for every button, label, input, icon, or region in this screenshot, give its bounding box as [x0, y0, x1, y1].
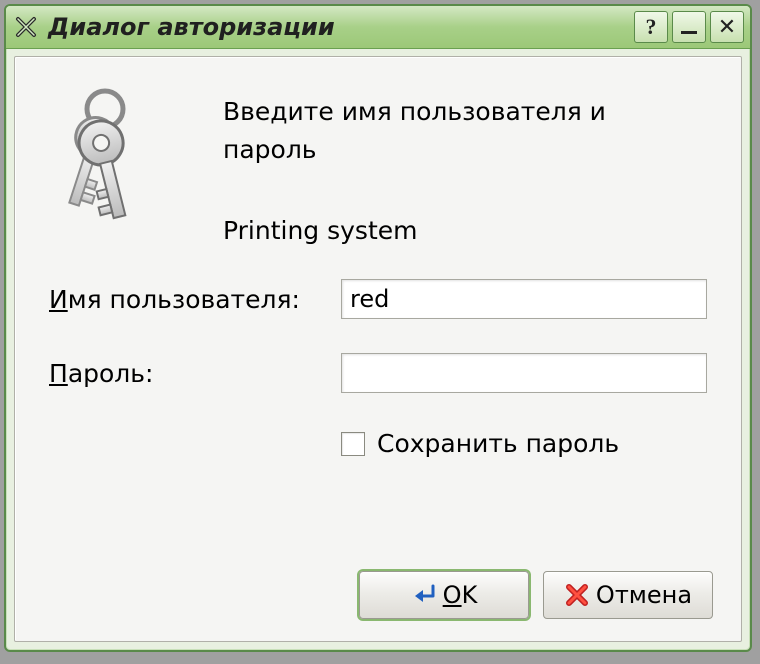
ok-button[interactable]: OK — [359, 571, 529, 619]
app-menu-icon[interactable] — [12, 13, 40, 41]
close-icon: ✕ — [718, 15, 736, 40]
password-label: Пароль: — [49, 359, 319, 388]
minimize-button[interactable] — [672, 11, 706, 43]
keys-icon — [43, 81, 183, 231]
help-button[interactable]: ? — [634, 11, 668, 43]
cancel-label: Отмена — [596, 581, 692, 609]
close-title-button[interactable]: ✕ — [710, 11, 744, 43]
cancel-x-icon — [564, 582, 590, 608]
save-password-label: Сохранить пароль — [377, 429, 619, 458]
save-password-checkbox[interactable] — [341, 432, 365, 456]
button-row: OK Отмена — [359, 571, 713, 619]
subsystem-label: Printing system — [223, 216, 707, 245]
window-title: Диалог авторизации — [48, 13, 335, 41]
titlebar[interactable]: Диалог авторизации ? ✕ — [6, 6, 750, 49]
username-input[interactable] — [341, 279, 707, 319]
username-row: Имя пользователя: — [49, 279, 707, 319]
prompt-text: Введите имя пользователя и пароль — [223, 93, 707, 168]
top-row: Введите имя пользователя и пароль Printi… — [49, 85, 707, 245]
message-area: Введите имя пользователя и пароль Printi… — [223, 85, 707, 245]
minimize-icon — [681, 31, 697, 34]
titlebar-buttons: ? ✕ — [634, 11, 750, 43]
dialog-body: Введите имя пользователя и пароль Printi… — [14, 56, 742, 642]
save-password-row[interactable]: Сохранить пароль — [341, 429, 707, 458]
titlebar-left: Диалог авторизации — [6, 13, 335, 41]
question-icon: ? — [646, 14, 657, 40]
password-row: Пароль: — [49, 353, 707, 393]
auth-dialog-window: Диалог авторизации ? ✕ — [4, 4, 752, 652]
username-label: Имя пользователя: — [49, 285, 319, 314]
cancel-button[interactable]: Отмена — [543, 571, 713, 619]
enter-arrow-icon — [411, 582, 437, 608]
password-input[interactable] — [341, 353, 707, 393]
